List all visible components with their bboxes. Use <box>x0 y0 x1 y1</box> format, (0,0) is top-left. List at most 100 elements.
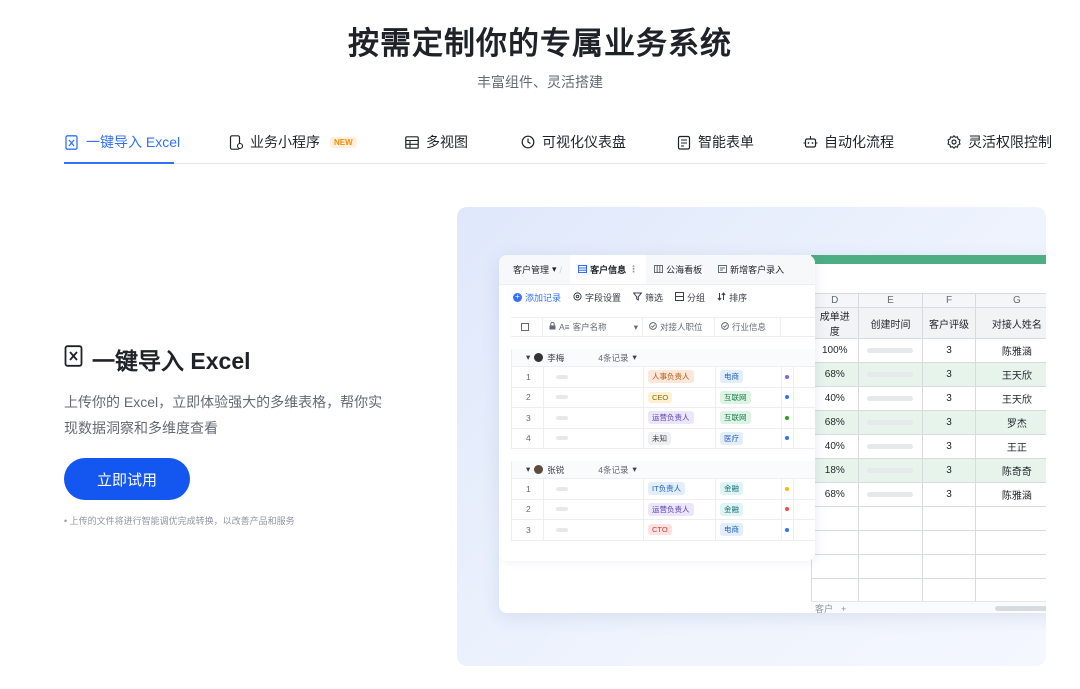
industry-tag: 医疗 <box>720 431 743 445</box>
table-view-icon <box>404 134 420 150</box>
toolbar-label: 分组 <box>687 292 706 303</box>
tab-automation[interactable]: 自动化流程 <box>802 132 894 152</box>
tab-new-customer-form[interactable]: 新增客户录入 <box>710 255 792 284</box>
group-icon <box>675 291 685 303</box>
header-cell: 客户评级 <box>922 307 976 339</box>
industry-cell: 电商 <box>716 367 782 387</box>
try-now-button[interactable]: 立即试用 <box>64 458 190 500</box>
tab-permission-control[interactable]: 灵活权限控制 <box>946 132 1052 152</box>
placeholder-bar <box>556 436 568 441</box>
status-dot <box>785 527 789 532</box>
tab-label: 自动化流程 <box>824 134 894 150</box>
select-all-checkbox[interactable] <box>511 318 543 336</box>
excel-file-icon <box>64 345 84 373</box>
list-item[interactable]: 3 运营负责人 互联网 <box>512 408 815 429</box>
column-letter: D <box>811 293 859 308</box>
folder-label: 客户管理 <box>513 265 550 275</box>
role-tag: IT负责人 <box>648 482 686 496</box>
contact-name-cell: 罗杰 <box>974 410 1046 435</box>
new-badge: NEW <box>330 136 357 148</box>
toolbar-label: 排序 <box>729 292 748 303</box>
placeholder-bar <box>867 420 914 425</box>
industry-tag: 互联网 <box>720 411 751 425</box>
column-contact-role[interactable]: 对接人职位 <box>643 318 715 336</box>
option-field-icon <box>649 322 657 332</box>
filter-icon <box>632 292 643 303</box>
rating-cell: 3 <box>922 386 976 411</box>
group-owner: 李梅 <box>547 352 565 363</box>
tab-label: 新增客户录入 <box>730 265 785 275</box>
list-item[interactable]: 1 人事负责人 电商 <box>512 367 815 388</box>
list-item[interactable]: 2 CEO 互联网 <box>512 387 815 408</box>
add-sheet-button[interactable]: + <box>841 604 846 614</box>
row-number: 1 <box>512 479 544 499</box>
column-letters: D E F G <box>811 293 1046 308</box>
group-owner: 张锐 <box>547 464 565 475</box>
column-customer-name[interactable]: A≡ 客户名称 ▾ <box>543 318 643 336</box>
list-item[interactable]: 1 IT负责人 金融 <box>512 479 815 500</box>
horizontal-scrollbar[interactable] <box>995 606 1046 611</box>
created-time-cell <box>857 458 924 483</box>
status-cell <box>782 428 794 448</box>
industry-tag: 电商 <box>720 523 743 537</box>
page-title: 按需定制你的专属业务系统 <box>348 26 732 61</box>
group-count: 4条记录 <box>598 352 629 363</box>
header-cell: 创建时间 <box>857 307 924 339</box>
tab-business-mini-app[interactable]: 业务小程序 NEW <box>228 132 357 152</box>
empty-cell <box>922 506 976 531</box>
placeholder-bar <box>867 444 914 449</box>
created-time-cell <box>857 482 924 507</box>
list-item[interactable]: 2 运营负责人 金融 <box>512 499 815 520</box>
column-label: 对接人职位 <box>660 322 703 332</box>
folder-menu[interactable]: 客户管理 ▾ / <box>505 255 570 284</box>
tab-public-board[interactable]: 公海看板 <box>646 255 710 284</box>
role-tag: CTO <box>648 524 672 536</box>
filter-button[interactable]: 筛选 <box>632 291 663 304</box>
add-record-button[interactable]: + 添加记录 <box>513 291 561 304</box>
list-item[interactable]: 4 未知 医疗 <box>512 428 815 449</box>
group-button[interactable]: 分组 <box>675 291 705 304</box>
sheet-tab[interactable]: 客户 <box>815 602 833 613</box>
row-number: 3 <box>512 520 544 540</box>
rating-cell: 3 <box>922 410 976 435</box>
tab-excel-import[interactable]: 一键导入 Excel <box>64 132 180 152</box>
empty-cell <box>811 554 859 579</box>
empty-cell <box>857 554 924 579</box>
status-dot <box>785 415 789 420</box>
progress-cell: 40% <box>811 434 859 459</box>
progress-cell: 18% <box>811 458 859 483</box>
status-dot <box>785 436 789 441</box>
row-number: 2 <box>512 499 544 519</box>
group-header[interactable]: ▾ 李梅 4条记录 ▾ <box>512 349 815 367</box>
empty-cell <box>811 506 859 531</box>
table-row: 40% 3 王正 <box>811 434 1046 459</box>
list-item[interactable]: 3 CTO 电商 <box>512 520 815 541</box>
tab-customer-info[interactable]: 客户信息 ⋮ <box>570 255 647 284</box>
option-field-icon <box>721 322 729 332</box>
field-settings-button[interactable]: 字段设置 <box>573 291 621 304</box>
tab-label: 业务小程序 <box>250 134 320 150</box>
sort-button[interactable]: 排序 <box>717 291 747 304</box>
tab-label: 灵活权限控制 <box>968 134 1052 150</box>
customer-name-cell <box>544 428 644 448</box>
breadcrumb-separator: / <box>559 264 563 275</box>
contact-role-cell: CTO <box>644 520 716 540</box>
status-cell <box>782 499 794 519</box>
column-industry[interactable]: 行业信息 <box>715 318 781 336</box>
industry-tag: 互联网 <box>720 390 751 404</box>
column-label: 客户名称 <box>572 322 607 332</box>
rating-cell: 3 <box>922 458 976 483</box>
status-cell <box>782 367 794 387</box>
contact-role-cell: CEO <box>644 387 716 407</box>
tab-multi-view[interactable]: 多视图 <box>404 132 468 152</box>
toolbar-label: 字段设置 <box>585 292 622 303</box>
chevron-down-icon: ▾ <box>632 464 637 474</box>
role-tag: CEO <box>648 391 673 403</box>
empty-cell <box>811 578 859 603</box>
tab-dashboard[interactable]: 可视化仪表盘 <box>520 132 626 152</box>
contact-name-cell: 陈雅涵 <box>974 482 1046 507</box>
tab-smart-form[interactable]: 智能表单 <box>676 132 754 152</box>
group-header[interactable]: ▾ 张锐 4条记录 ▾ <box>512 461 815 479</box>
progress-cell: 68% <box>811 482 859 507</box>
base-toolbar: + 添加记录 字段设置 筛选 分组 排序 <box>499 285 815 309</box>
